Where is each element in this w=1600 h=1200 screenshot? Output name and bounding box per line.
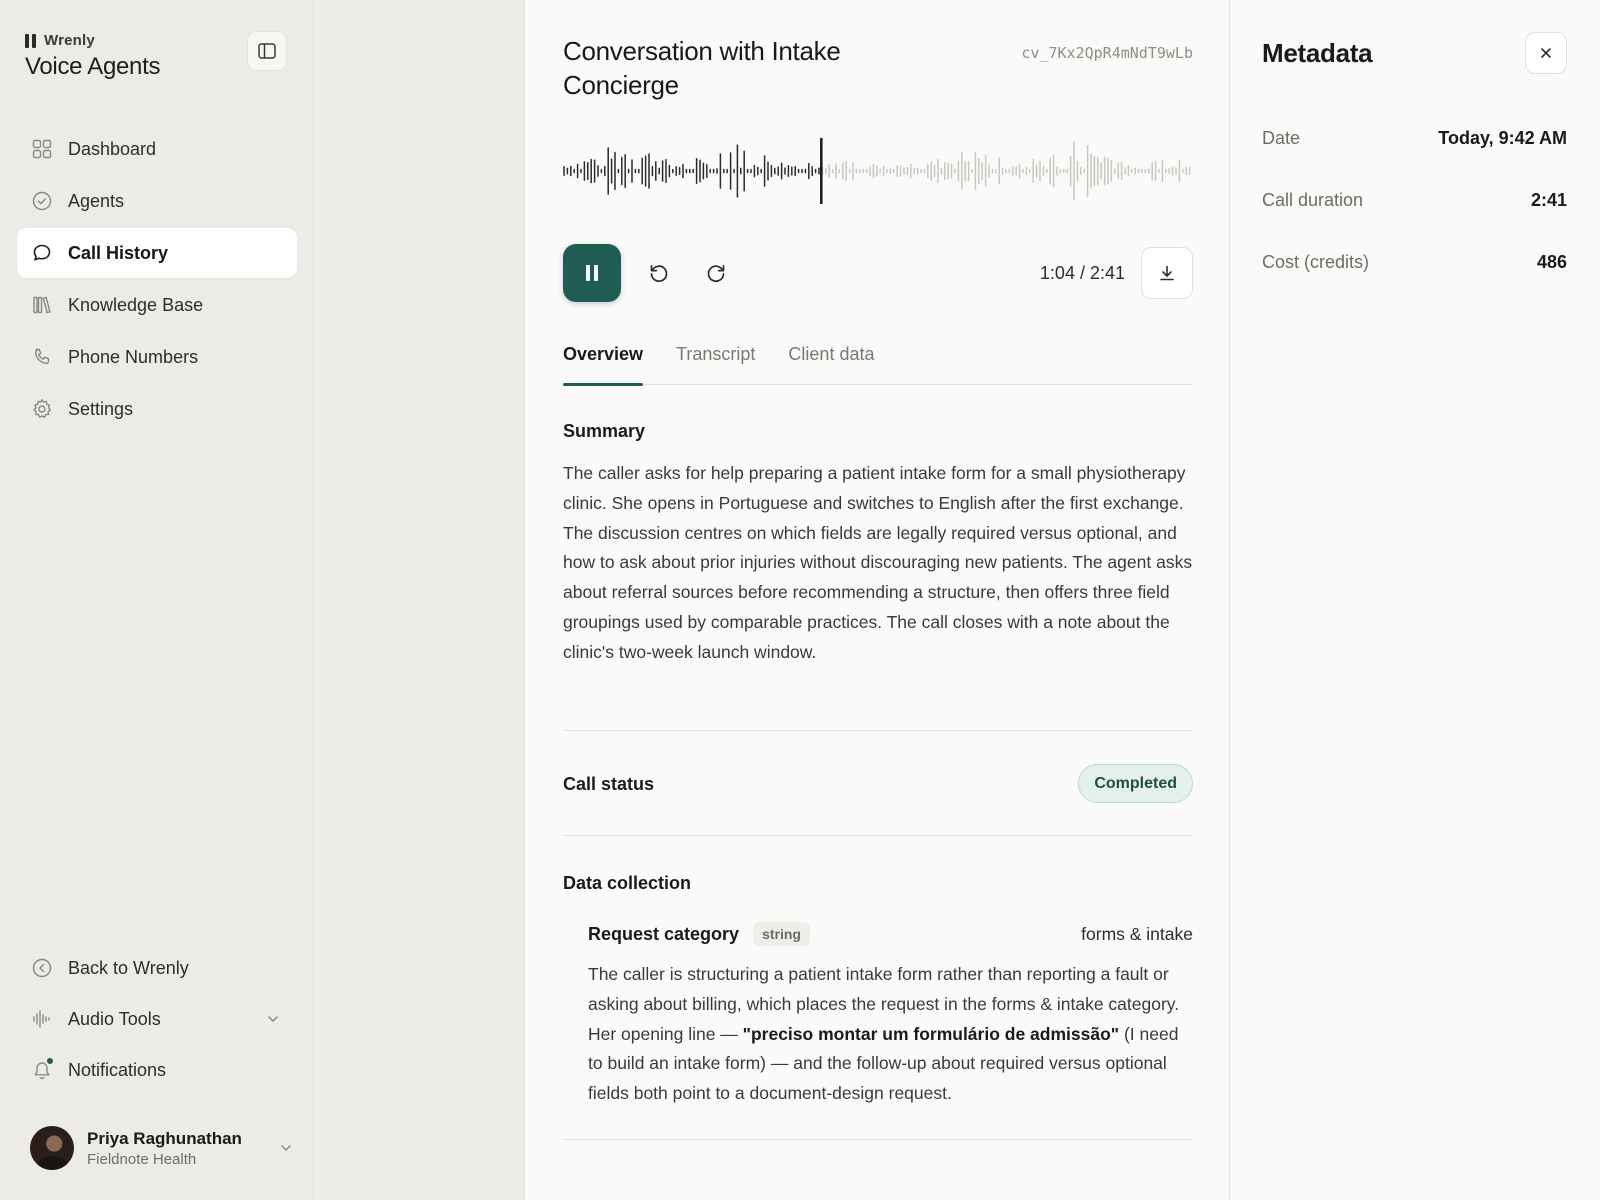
- field-description-quote: "preciso montar um formulário de admissã…: [742, 1023, 1120, 1044]
- metadata-key: Call duration: [1262, 190, 1364, 210]
- user-org: Fieldnote Health: [87, 1150, 197, 1168]
- close-icon: [1541, 48, 1551, 58]
- sidebar-item-label: Phone Numbers: [68, 346, 199, 367]
- conversation-id: cv_7Kx2QpR4mNdT9wLb: [1021, 44, 1193, 62]
- sidebar-item-label: Dashboard: [68, 138, 157, 159]
- product-title: Voice Agents: [25, 53, 161, 80]
- summary-heading: Summary: [563, 421, 646, 441]
- conversation-panel: Conversation with Intake Concierge cv_7K…: [525, 0, 1230, 1200]
- sidebar-item-label: Back to Wrenly: [68, 957, 189, 978]
- tab-transcript[interactable]: Transcript: [676, 344, 755, 385]
- rewind-button[interactable]: [647, 261, 671, 285]
- user-menu[interactable]: Priya Raghunathan Fieldnote Health: [30, 1124, 292, 1172]
- metadata-panel: Metadata Date Today, 9:42 AM Call durati…: [1230, 0, 1600, 1200]
- summary-text: The caller asks for help preparing a pat…: [563, 463, 1193, 662]
- books-icon: [31, 294, 53, 316]
- sidebar-item-audio-tools[interactable]: Audio Tools: [17, 994, 297, 1044]
- pause-button[interactable]: [563, 244, 621, 302]
- download-icon: [1160, 265, 1174, 281]
- metadata-key: Cost (credits): [1262, 252, 1370, 272]
- metadata-row-duration: Call duration 2:41: [1262, 190, 1567, 216]
- page-title: Conversation with Intake Concierge: [563, 36, 841, 100]
- avatar: [30, 1126, 74, 1170]
- call-status-label: Call status: [563, 774, 655, 794]
- sidebar-item-call-history[interactable]: Call History: [17, 228, 297, 278]
- notification-dot: [46, 1057, 54, 1065]
- gear-icon: [31, 398, 53, 420]
- sidebar-item-label: Agents: [68, 190, 125, 211]
- sidebar-item-phone-numbers[interactable]: Phone Numbers: [17, 332, 297, 382]
- collapse-sidebar-button[interactable]: [247, 31, 287, 71]
- status-badge: Completed: [1078, 764, 1193, 803]
- sidebar-item-agents[interactable]: Agents: [17, 176, 297, 226]
- sidebar: Wrenly Voice Agents Dashboard Agents Cal…: [0, 0, 314, 1200]
- sidebar-item-label: Notifications: [68, 1059, 167, 1080]
- call-status-row: Call status Completed: [563, 764, 1193, 804]
- sidebar-item-label: Knowledge Base: [68, 294, 204, 315]
- brand: Wrenly Voice Agents: [25, 32, 160, 81]
- field-description: The caller is structuring a patient inta…: [588, 960, 1193, 1109]
- field-name: Request category: [588, 923, 740, 944]
- chevron-down-icon[interactable]: [280, 1144, 292, 1152]
- playback-time: 1:04 / 2:41: [1039, 263, 1125, 283]
- sidebar-item-label: Settings: [68, 398, 134, 419]
- metadata-row-cost: Cost (credits) 486: [1262, 252, 1567, 278]
- field-value: forms & intake: [1081, 924, 1193, 944]
- sidebar-item-label: Audio Tools: [68, 1008, 161, 1029]
- data-field-request-category: Request category string forms & intake T…: [588, 918, 1193, 1109]
- player-controls: 1:04 / 2:41: [563, 244, 1193, 302]
- metadata-title: Metadata: [1262, 38, 1373, 68]
- list-column: [314, 0, 525, 1200]
- bell-icon: [31, 1057, 54, 1081]
- audio-wave-icon: [31, 1008, 53, 1030]
- main-nav: Dashboard Agents Call History Knowledge …: [17, 124, 297, 436]
- sidebar-item-label: Call History: [68, 242, 169, 263]
- audio-waveform[interactable]: [563, 136, 1193, 206]
- phone-icon: [31, 346, 53, 368]
- divider: [563, 835, 1193, 836]
- sidebar-toggle-icon: [258, 43, 276, 59]
- brand-name: Wrenly: [44, 32, 95, 49]
- field-type-tag: string: [753, 922, 810, 946]
- download-button[interactable]: [1141, 247, 1193, 299]
- sidebar-item-knowledge-base[interactable]: Knowledge Base: [17, 280, 297, 330]
- metadata-value: Today, 9:42 AM: [1438, 128, 1567, 148]
- data-collection-heading: Data collection: [563, 873, 692, 893]
- metadata-value: 486: [1536, 252, 1567, 272]
- divider: [563, 730, 1193, 731]
- pause-icon: [586, 265, 598, 281]
- rotate-cw-icon: [707, 264, 725, 283]
- circle-chevron-left-icon: [31, 957, 53, 979]
- sidebar-item-notifications[interactable]: Notifications: [17, 1045, 297, 1095]
- metadata-key: Date: [1262, 128, 1301, 148]
- tab-bar: Overview Transcript Client data: [563, 344, 1193, 386]
- sidebar-item-dashboard[interactable]: Dashboard: [17, 124, 297, 174]
- tab-client-data[interactable]: Client data: [788, 344, 874, 385]
- secondary-nav: Back to Wrenly Audio Tools Notifications: [17, 943, 297, 1096]
- forward-button[interactable]: [704, 261, 728, 285]
- metadata-value: 2:41: [1530, 190, 1567, 210]
- user-name: Priya Raghunathan: [87, 1128, 242, 1148]
- sidebar-item-settings[interactable]: Settings: [17, 384, 297, 434]
- rotate-ccw-icon: [650, 264, 668, 283]
- divider: [563, 1139, 1193, 1140]
- grid-icon: [31, 138, 53, 160]
- chevron-down-icon[interactable]: [267, 1015, 279, 1023]
- metadata-row-date: Date Today, 9:42 AM: [1262, 128, 1567, 154]
- tab-overview[interactable]: Overview: [563, 344, 644, 386]
- brand-logo-icon: [25, 33, 36, 48]
- chat-bubble-icon: [31, 242, 53, 264]
- check-circle-icon: [31, 190, 53, 212]
- sidebar-item-back-to-wrenly[interactable]: Back to Wrenly: [17, 943, 297, 993]
- close-button[interactable]: [1525, 32, 1567, 74]
